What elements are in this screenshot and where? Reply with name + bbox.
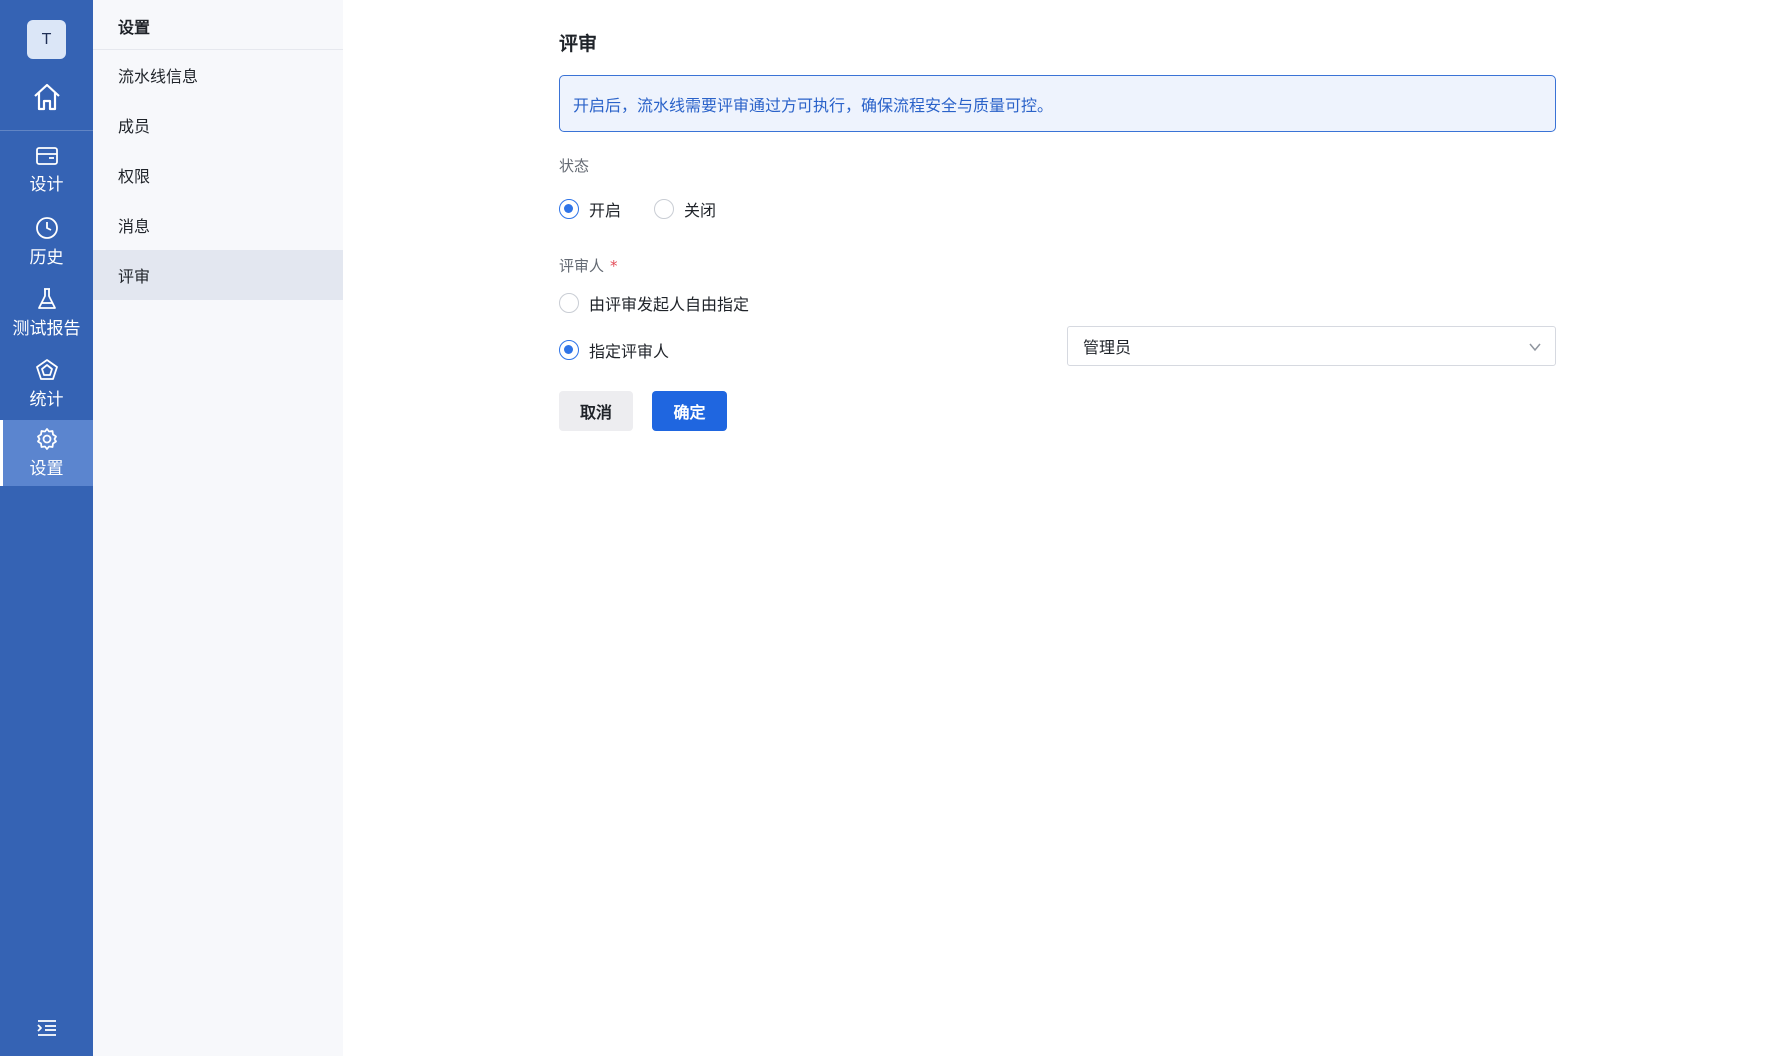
radio-unchecked-icon: [654, 199, 674, 219]
radio-checked-icon: [559, 199, 579, 219]
settings-subnav: 设置 流水线信息 成员 权限 消息 评审: [93, 0, 343, 1056]
status-label: 状态: [559, 157, 590, 175]
flask-icon: [37, 288, 56, 309]
reviewer-label-text: 评审人: [559, 257, 605, 275]
radio-label: 由评审发起人自由指定: [589, 295, 750, 314]
nav-rail: T 设计 历史 测试报告 统计 设置: [0, 0, 93, 1056]
rail-item-label: 设计: [29, 175, 64, 195]
rail-item-label: 测试报告: [12, 319, 81, 339]
home-button[interactable]: [0, 72, 93, 122]
rail-item-design[interactable]: 设计: [0, 137, 93, 203]
reviewer-radio-free[interactable]: 由评审发起人自由指定: [559, 291, 749, 315]
collapse-sidebar-button[interactable]: [0, 1010, 93, 1046]
rail-item-test-report[interactable]: 测试报告: [0, 280, 93, 346]
rail-item-history[interactable]: 历史: [0, 209, 93, 275]
rail-item-label: 设置: [29, 459, 64, 479]
subnav-item-messages[interactable]: 消息: [93, 200, 343, 250]
cancel-button[interactable]: 取消: [559, 391, 633, 431]
subnav-item-review[interactable]: 评审: [93, 250, 343, 300]
gear-icon: [36, 428, 57, 450]
avatar[interactable]: T: [27, 20, 66, 59]
confirm-button[interactable]: 确定: [652, 391, 727, 431]
subnav-item-permissions[interactable]: 权限: [93, 150, 343, 200]
menu-collapse-icon: [36, 1020, 56, 1036]
chevron-down-icon: [1529, 343, 1541, 352]
reviewer-select[interactable]: 管理员: [1067, 326, 1556, 366]
home-icon: [33, 83, 60, 111]
subnav-title: 设置: [118, 18, 151, 37]
subnav-item-pipeline-info[interactable]: 流水线信息: [93, 50, 343, 100]
radio-label: 关闭: [684, 201, 717, 220]
radio-unchecked-icon: [559, 293, 579, 313]
reviewer-radio-designated[interactable]: 指定评审人: [559, 338, 669, 362]
reviewer-select-value: 管理员: [1083, 338, 1132, 357]
stats-icon: [35, 359, 58, 380]
page-title: 评审: [559, 33, 598, 55]
rail-item-label: 统计: [29, 390, 64, 410]
radio-label: 开启: [589, 201, 622, 220]
rail-item-label: 历史: [29, 248, 64, 268]
status-radio-off[interactable]: 关闭: [654, 197, 716, 221]
radio-label: 指定评审人: [589, 342, 670, 361]
subnav-item-members[interactable]: 成员: [93, 100, 343, 150]
required-mark: *: [610, 257, 618, 275]
rail-item-stats[interactable]: 统计: [0, 351, 93, 417]
rail-item-settings[interactable]: 设置: [0, 420, 93, 486]
design-icon: [35, 147, 58, 165]
status-radio-on[interactable]: 开启: [559, 197, 621, 221]
reviewer-label: 评审人 *: [559, 255, 618, 276]
radio-checked-icon: [559, 340, 579, 360]
rail-divider: [0, 130, 93, 131]
clock-icon: [35, 217, 58, 239]
info-notice: 开启后，流水线需要评审通过方可执行，确保流程安全与质量可控。: [559, 75, 1556, 132]
